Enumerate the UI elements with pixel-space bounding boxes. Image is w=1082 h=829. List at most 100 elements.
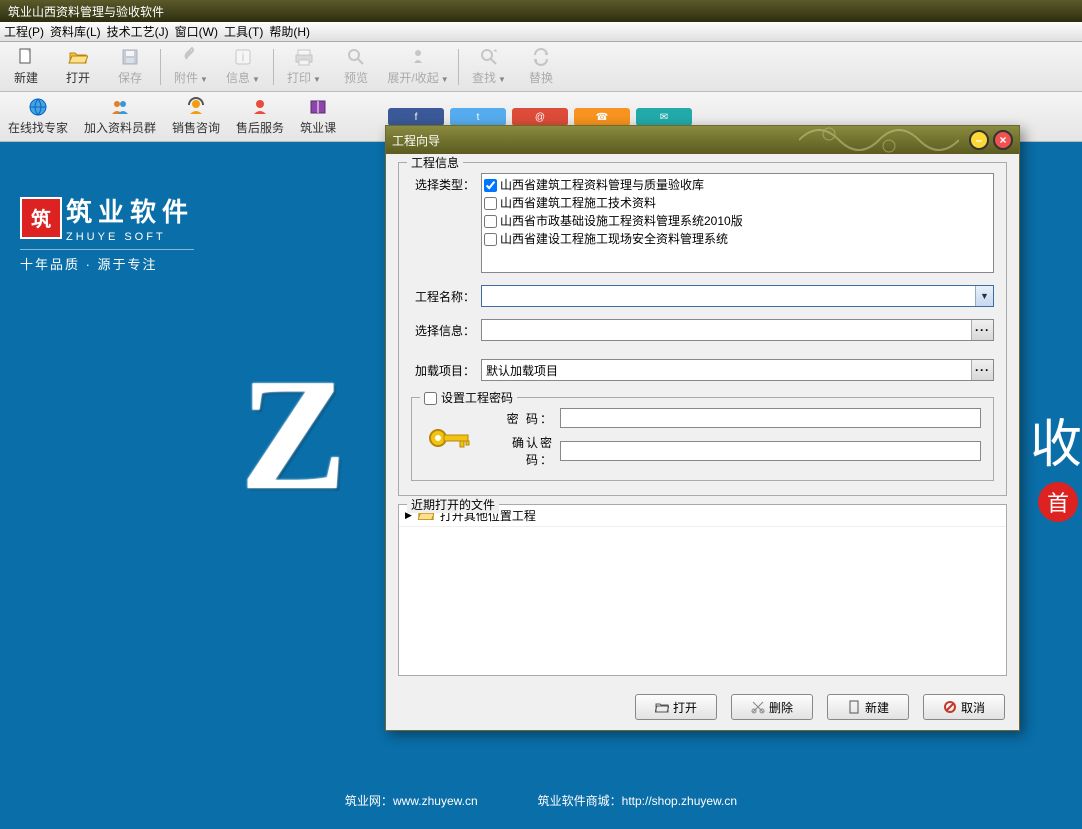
globe-icon <box>28 97 48 117</box>
label-password: 密 码： <box>490 410 560 427</box>
app-titlebar: 筑业山西资料管理与验收软件 <box>0 0 1082 22</box>
chevron-down-icon: ▼ <box>200 75 208 84</box>
label-type: 选择类型： <box>411 173 481 193</box>
toolbar2-sales[interactable]: 销售咨询 <box>164 92 228 141</box>
menu-project[interactable]: 工程(P) <box>4 23 44 40</box>
chevron-down-icon[interactable]: ▼ <box>975 286 993 306</box>
find-icon <box>479 47 499 67</box>
recent-list[interactable]: ▶ 打开其他位置工程 <box>399 505 1006 675</box>
label-confirm-password: 确认密码： <box>490 434 560 468</box>
menu-tech[interactable]: 技术工艺(J) <box>107 23 169 40</box>
confirm-password-input[interactable] <box>560 441 981 461</box>
share-chip[interactable]: t <box>450 108 506 126</box>
brand-slogan: 十年品质 · 源于专注 <box>20 249 194 273</box>
brand-mark: 筑 <box>20 197 62 239</box>
toolbar2-group[interactable]: 加入资料员群 <box>76 92 164 141</box>
toolbar2-expert[interactable]: 在线找专家 <box>0 92 76 141</box>
decorative-swirl <box>799 122 959 158</box>
type-option[interactable]: 山西省建筑工程施工技术资料 <box>484 194 991 212</box>
toolbar-separator <box>458 49 459 85</box>
svg-text:i: i <box>242 50 245 64</box>
type-checkbox[interactable] <box>484 215 497 228</box>
brand-pinyin: ZHUYE SOFT <box>66 231 194 243</box>
menu-database[interactable]: 资料库(L) <box>50 23 101 40</box>
load-project-input[interactable] <box>482 360 971 380</box>
toolbar-open[interactable]: 打开 <box>52 42 104 91</box>
load-project-field[interactable]: ··· <box>481 359 994 381</box>
toolbar-info: i 信息▼ <box>217 42 269 91</box>
type-listbox[interactable]: 山西省建筑工程资料管理与质量验收库 山西省建筑工程施工技术资料 山西省市政基础设… <box>481 173 994 273</box>
toolbar-expand: 展开/收起▼ <box>382 42 454 91</box>
toolbar-replace: 替换 <box>515 42 567 91</box>
password-input[interactable] <box>560 408 981 428</box>
type-option[interactable]: 山西省市政基础设施工程资料管理系统2010版 <box>484 212 991 230</box>
recent-title: 近期打开的文件 <box>407 496 499 513</box>
type-checkbox[interactable] <box>484 197 497 210</box>
recent-files-group: 近期打开的文件 ▶ 打开其他位置工程 <box>398 504 1007 676</box>
cancel-icon <box>943 700 957 714</box>
footer-link-site[interactable]: www.zhuyew.cn <box>393 794 478 808</box>
footer: 筑业网：www.zhuyew.cn 筑业软件商城：http://shop.zhu… <box>0 792 1082 809</box>
replace-icon <box>531 47 551 67</box>
type-checkbox[interactable] <box>484 233 497 246</box>
dialog-minimize-button[interactable]: – <box>969 130 989 150</box>
project-name-combo[interactable]: ▼ <box>481 285 994 307</box>
browse-button[interactable]: ··· <box>971 320 993 340</box>
expand-collapse-icon <box>408 47 428 67</box>
select-info-field[interactable]: ··· <box>481 319 994 341</box>
type-option[interactable]: 山西省建设工程施工现场安全资料管理系统 <box>484 230 991 248</box>
project-name-input[interactable] <box>482 286 975 306</box>
select-info-input[interactable] <box>482 320 971 340</box>
dialog-title-text: 工程向导 <box>392 132 440 149</box>
key-icon <box>424 418 474 458</box>
save-icon <box>120 47 140 67</box>
browse-button[interactable]: ··· <box>971 360 993 380</box>
headset-icon <box>186 97 206 117</box>
password-legend: 设置工程密码 <box>441 391 513 405</box>
share-chip[interactable]: ☎ <box>574 108 630 126</box>
enable-password-checkbox[interactable] <box>424 392 437 405</box>
info-icon: i <box>233 47 253 67</box>
chevron-down-icon: ▼ <box>441 75 449 84</box>
password-group: 设置工程密码 密 码： 确认密码： <box>411 397 994 481</box>
dialog-titlebar[interactable]: 工程向导 – × <box>386 126 1019 154</box>
label-load-project: 加载项目： <box>411 359 481 379</box>
decorative-z: Z <box>240 342 347 527</box>
label-select-info: 选择信息： <box>411 319 481 339</box>
toolbar-new[interactable]: 新建 <box>0 42 52 91</box>
toolbar2-course[interactable]: 筑业课 <box>292 92 344 141</box>
toolbar-separator <box>160 49 161 85</box>
new-button[interactable]: 新建 <box>827 694 909 720</box>
toolbar-save: 保存 <box>104 42 156 91</box>
menu-window[interactable]: 窗口(W) <box>175 23 218 40</box>
type-checkbox[interactable] <box>484 179 497 192</box>
cancel-button[interactable]: 取消 <box>923 694 1005 720</box>
share-chip[interactable]: @ <box>512 108 568 126</box>
delete-button[interactable]: 删除 <box>731 694 813 720</box>
chevron-down-icon: ▼ <box>498 75 506 84</box>
menubar: 工程(P) 资料库(L) 技术工艺(J) 窗口(W) 工具(T) 帮助(H) <box>0 22 1082 42</box>
share-chip[interactable]: ✉ <box>636 108 692 126</box>
dialog-button-bar: 打开 删除 新建 取消 <box>386 684 1019 730</box>
share-chip[interactable]: f <box>388 108 444 126</box>
people-icon <box>110 97 130 117</box>
app-title: 筑业山西资料管理与验收软件 <box>8 3 164 20</box>
chevron-down-icon: ▼ <box>252 75 260 84</box>
menu-help[interactable]: 帮助(H) <box>269 23 310 40</box>
print-icon <box>294 47 314 67</box>
type-option[interactable]: 山西省建筑工程资料管理与质量验收库 <box>484 176 991 194</box>
menu-tools[interactable]: 工具(T) <box>224 23 263 40</box>
scissors-icon <box>751 700 765 714</box>
new-file-icon <box>16 47 36 67</box>
open-folder-icon <box>655 700 669 714</box>
dialog-close-button[interactable]: × <box>993 130 1013 150</box>
brand-name: 筑业软件 <box>66 197 194 227</box>
footer-link-shop[interactable]: http://shop.zhuyew.cn <box>622 794 737 808</box>
open-button[interactable]: 打开 <box>635 694 717 720</box>
support-icon <box>250 97 270 117</box>
book-icon <box>308 97 328 117</box>
new-file-icon <box>847 700 861 714</box>
toolbar2-service[interactable]: 售后服务 <box>228 92 292 141</box>
chevron-down-icon: ▼ <box>313 75 321 84</box>
main-toolbar: 新建 打开 保存 附件▼ i 信息▼ 打印▼ 预览 展开/收起▼ 查找▼ 替换 <box>0 42 1082 92</box>
